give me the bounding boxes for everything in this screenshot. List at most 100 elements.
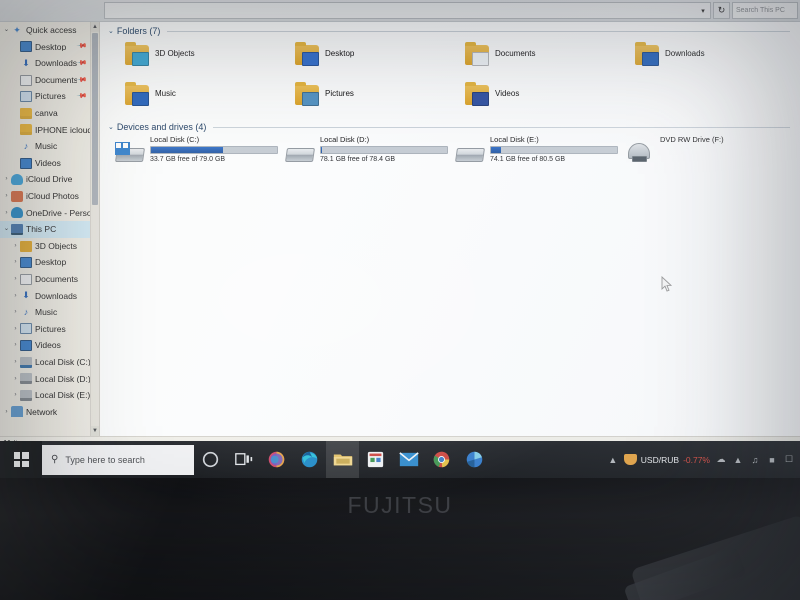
- chevron-down-icon[interactable]: ⌄: [2, 226, 11, 233]
- chevron-right-icon[interactable]: ›: [11, 259, 20, 266]
- edge-dev-icon[interactable]: [458, 441, 491, 478]
- sidebar-item-pictures[interactable]: › Pictures: [0, 321, 90, 338]
- chevron-right-icon[interactable]: ›: [11, 358, 20, 366]
- microsoft-store-icon[interactable]: [359, 441, 392, 478]
- sidebar-item-this-pc[interactable]: ⌄ This PC: [0, 221, 90, 238]
- local-disk-e-icon: [20, 389, 32, 401]
- navigation-tree[interactable]: ⌄ ✦ Quick access Desktop 📌 ⬇ Downloads 📌 Documen…: [0, 22, 90, 436]
- chevron-right-icon[interactable]: ›: [11, 375, 20, 383]
- sidebar-item-pictures[interactable]: Pictures 📌: [0, 88, 90, 105]
- sidebar-item-desktop[interactable]: › Desktop: [0, 254, 90, 271]
- folder-tile[interactable]: Documents: [462, 40, 632, 74]
- folders-group-header[interactable]: ⌄ Folders (7): [100, 22, 800, 36]
- sidebar-item-videos[interactable]: Videos: [0, 155, 90, 172]
- content-pane[interactable]: ⌄ Folders (7) 3D Objects Desktop Documents…: [100, 22, 800, 436]
- address-bar-input[interactable]: [104, 2, 696, 19]
- documents-icon: [20, 273, 32, 285]
- hard-drive-windows-icon: [114, 142, 146, 168]
- sidebar-item-local-disk-d[interactable]: › Local Disk (D:): [0, 370, 90, 387]
- drive-usage-bar: [150, 146, 278, 154]
- chevron-up-icon[interactable]: ▲: [607, 454, 619, 466]
- file-explorer-icon[interactable]: [326, 441, 359, 478]
- magnifier-icon: ⚲: [51, 454, 59, 465]
- chevron-right-icon[interactable]: ›: [11, 325, 20, 333]
- chevron-right-icon[interactable]: ›: [2, 209, 11, 217]
- drive-usage-fill: [151, 147, 223, 153]
- sidebar-item-icloud-drive[interactable]: › iCloud Drive: [0, 171, 90, 188]
- battery-tray-icon[interactable]: ■: [766, 454, 778, 466]
- drive-tile[interactable]: Local Disk (D:) 78.1 GB free of 78.4 GB: [284, 135, 454, 175]
- chevron-right-icon[interactable]: ›: [11, 392, 20, 399]
- drives-group-header[interactable]: ⌄ Devices and drives (4): [100, 118, 800, 132]
- chevron-right-icon[interactable]: ›: [11, 309, 20, 316]
- chevron-right-icon[interactable]: ›: [11, 292, 20, 300]
- windows-start-icon[interactable]: [0, 441, 42, 478]
- task-view-icon[interactable]: [227, 441, 260, 478]
- pin-icon[interactable]: 📌: [76, 75, 87, 86]
- pin-icon[interactable]: 📌: [76, 58, 87, 69]
- folder-tile[interactable]: 3D Objects: [122, 40, 292, 74]
- sidebar-item-videos[interactable]: › Videos: [0, 337, 90, 354]
- drive-tile[interactable]: DVD RW Drive (F:): [624, 135, 794, 175]
- folder-tile[interactable]: Videos: [462, 80, 632, 114]
- pin-icon[interactable]: 📌: [76, 91, 87, 102]
- sidebar-item-label: Documents: [35, 274, 78, 284]
- chevron-down-icon[interactable]: ⌄: [108, 123, 114, 131]
- folder-tile[interactable]: Desktop: [292, 40, 462, 74]
- sidebar-item-documents[interactable]: › Documents: [0, 271, 90, 288]
- cortana-circle-icon[interactable]: [194, 441, 227, 478]
- chevron-right-icon[interactable]: ›: [2, 408, 11, 416]
- scroll-down-icon[interactable]: ▼: [91, 426, 99, 436]
- sidebar-item-music[interactable]: › ♪ Music: [0, 304, 90, 321]
- sidebar-item-label: Downloads: [35, 59, 78, 68]
- hard-drive-shape: [285, 148, 315, 162]
- sidebar-item-icloud-photos[interactable]: › iCloud Photos: [0, 188, 90, 205]
- sidebar-item-downloads[interactable]: › ⬇ Downloads: [0, 288, 90, 305]
- sidebar-item-desktop[interactable]: Desktop 📌: [0, 39, 90, 56]
- search-input[interactable]: Search This PC: [732, 2, 798, 19]
- chevron-right-icon[interactable]: ›: [11, 275, 20, 283]
- chevron-right-icon[interactable]: ›: [11, 342, 20, 349]
- sidebar-item-local-disk-e[interactable]: › Local Disk (E:): [0, 387, 90, 404]
- sidebar-item-3d-objects[interactable]: › 3D Objects: [0, 238, 90, 255]
- folder-tile[interactable]: Downloads: [632, 40, 800, 74]
- sidebar-item-iphone-icloud[interactable]: IPHONE icloud: [0, 122, 90, 139]
- navigation-scrollbar[interactable]: ▲ ▼: [90, 22, 99, 436]
- chevron-down-icon[interactable]: ⌄: [2, 27, 11, 34]
- file-explorer-window: ▾ ↻ Search This PC ⌄ ✦ Quick access Desktop…: [0, 0, 800, 449]
- office-icon[interactable]: [260, 441, 293, 478]
- taskbar-search-input[interactable]: ⚲ Type here to search: [42, 444, 194, 475]
- drive-usage-fill: [321, 147, 323, 153]
- pin-icon[interactable]: 📌: [76, 41, 87, 52]
- sidebar-item-network[interactable]: › Network: [0, 404, 90, 421]
- sidebar-item-music[interactable]: ♪ Music: [0, 138, 90, 155]
- mail-icon[interactable]: [392, 441, 425, 478]
- folder-downloads-icon: [632, 40, 662, 70]
- folder-tile-label: Downloads: [665, 49, 705, 58]
- scroll-up-icon[interactable]: ▲: [91, 22, 99, 32]
- folder-tile[interactable]: Pictures: [292, 80, 462, 114]
- chevron-down-icon[interactable]: ▾: [696, 2, 711, 19]
- action-center-icon[interactable]: ☐: [783, 454, 795, 466]
- sidebar-item-local-disk-c[interactable]: › Local Disk (C:): [0, 354, 90, 371]
- chevron-down-icon[interactable]: ⌄: [108, 27, 114, 35]
- chevron-right-icon[interactable]: ›: [2, 192, 11, 200]
- volume-tray-icon[interactable]: ♫: [749, 454, 761, 466]
- folder-tile[interactable]: Music: [122, 80, 292, 114]
- sidebar-item-documents[interactable]: Documents 📌: [0, 72, 90, 89]
- network-tray-icon[interactable]: ▲: [732, 454, 744, 466]
- sidebar-item-downloads[interactable]: ⬇ Downloads 📌: [0, 55, 90, 72]
- chevron-right-icon[interactable]: ›: [2, 176, 11, 183]
- stock-ticker-widget[interactable]: USD/RUB -0.77%: [623, 454, 710, 465]
- drive-tile[interactable]: Local Disk (E:) 74.1 GB free of 80.5 GB: [454, 135, 624, 175]
- sidebar-item-canva[interactable]: canva: [0, 105, 90, 122]
- sidebar-item-onedrive-persor[interactable]: › OneDrive - Persor: [0, 205, 90, 222]
- refresh-icon[interactable]: ↻: [713, 2, 730, 19]
- drive-tile[interactable]: Local Disk (C:) 33.7 GB free of 79.0 GB: [114, 135, 284, 175]
- scrollbar-thumb[interactable]: [92, 33, 98, 205]
- chevron-right-icon[interactable]: ›: [11, 242, 20, 250]
- sidebar-item-quick-access[interactable]: ⌄ ✦ Quick access: [0, 22, 90, 39]
- onedrive-tray-icon[interactable]: ☁: [715, 454, 727, 466]
- google-chrome-icon[interactable]: [425, 441, 458, 478]
- microsoft-edge-icon[interactable]: [293, 441, 326, 478]
